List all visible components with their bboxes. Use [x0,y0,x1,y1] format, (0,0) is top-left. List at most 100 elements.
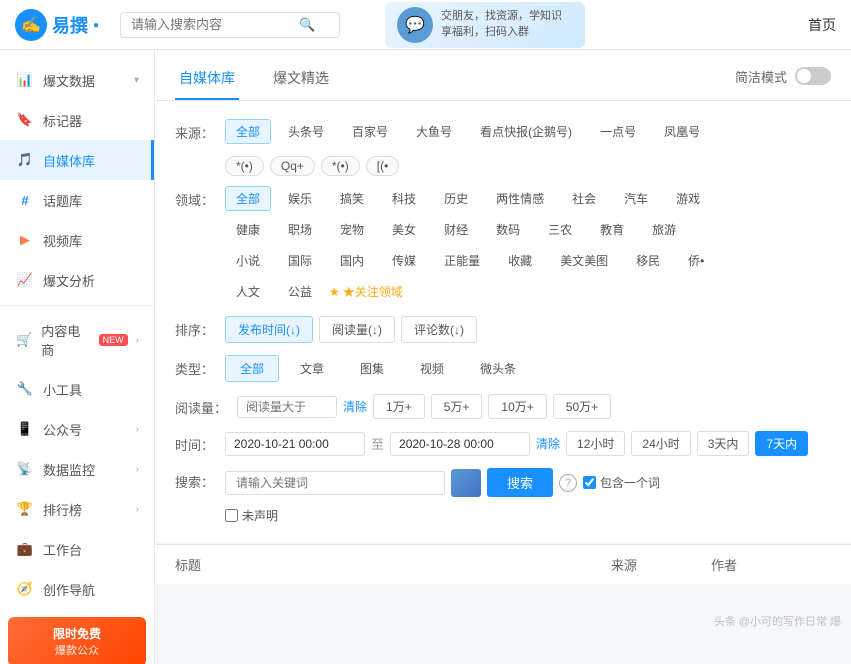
domain-btn-youxi[interactable]: 游戏 [665,186,711,211]
sidebar-label: 公众号 [43,420,82,439]
domain-btn-guonei[interactable]: 国内 [329,248,375,273]
read-count-input[interactable] [237,396,337,418]
no-claim-input[interactable] [225,509,238,522]
domain-btn-yule[interactable]: 娱乐 [277,186,323,211]
time-btn-3d[interactable]: 3天内 [697,431,750,456]
source-btn-dayu[interactable]: 大鱼号 [405,119,463,144]
domain-btn-qiche[interactable]: 汽车 [613,186,659,211]
sort-btn-read-count[interactable]: 阅读量(↓) [319,316,395,343]
domain-btn-shehui[interactable]: 社会 [561,186,607,211]
domain-label-spacer4 [175,290,215,294]
domain-btn-meiwen[interactable]: 美文美图 [549,248,619,273]
interest-area-link[interactable]: ★ ★关注领域 [329,283,403,300]
time-btn-7d[interactable]: 7天内 [755,431,808,456]
domain-btn-xiaoqu[interactable]: 小说 [225,248,271,273]
sort-btn-publish-time[interactable]: 发布时间(↓) [225,316,313,343]
domain-btn-all[interactable]: 全部 [225,186,271,211]
sidebar-item-pai-hang-bang[interactable]: 🏆 排行榜 › [0,489,154,529]
search-color-picker[interactable] [451,469,481,497]
chevron-right-icon: › [136,424,139,435]
source-btn-fenghuang[interactable]: 凤凰号 [653,119,711,144]
toggle-switch[interactable] [795,67,831,85]
sidebar-item-gong-zhong-hao[interactable]: 📱 公众号 › [0,409,154,449]
sidebar-item-hua-ti-ku[interactable]: # 话题库 [0,180,154,220]
tab-zi-mei-ti-ku[interactable]: 自媒体库 [175,62,239,100]
sidebar-item-chuang-zuo-dao-hang[interactable]: 🧭 创作导航 [0,569,154,609]
domain-btn-lvyou[interactable]: 旅游 [641,217,687,242]
toggle-dot [797,69,811,83]
source-tag-wb[interactable]: *(•) [321,156,360,176]
domain-btn-chongwu[interactable]: 宠物 [329,217,375,242]
domain-btn-chuanmei[interactable]: 传媒 [381,248,427,273]
type-btn-photo[interactable]: 图集 [345,355,399,382]
time-clear-btn[interactable]: 清除 [536,435,560,452]
type-btn-article[interactable]: 文章 [285,355,339,382]
read-btn-10w[interactable]: 10万+ [488,394,546,419]
domain-btn-jiankang[interactable]: 健康 [225,217,271,242]
sidebar-item-xiao-gong-ju[interactable]: 🔧 小工具 [0,369,154,409]
include-one-word-checkbox[interactable]: 包含一个词 [583,474,660,491]
nav-home[interactable]: 首页 [808,17,836,33]
search-button[interactable]: 搜索 [487,468,553,497]
time-from-input[interactable] [225,432,365,456]
domain-btn-lishi[interactable]: 历史 [433,186,479,211]
type-btn-all[interactable]: 全部 [225,355,279,382]
time-btn-24h[interactable]: 24小时 [631,431,690,456]
domain-btn-gongyi[interactable]: 公益 [277,279,323,304]
domain-btn-shuma[interactable]: 数码 [485,217,531,242]
domain-btn-renwen[interactable]: 人文 [225,279,271,304]
source-btn-kandian[interactable]: 看点快报(企鹅号) [469,119,583,144]
source-tag-bi[interactable]: [(• [366,156,400,176]
sidebar-item-shi-pin-ku[interactable]: ▶ 视频库 [0,220,154,260]
domain-btn-gaoxiao[interactable]: 搞笑 [329,186,375,211]
domain-btn-meinv[interactable]: 美女 [381,217,427,242]
domain-btn-yimin[interactable]: 移民 [625,248,671,273]
domain-btn-zhengneng[interactable]: 正能量 [433,248,491,273]
domain-btn-sannong[interactable]: 三农 [537,217,583,242]
source-tag-qq[interactable]: Qq+ [270,156,315,176]
help-icon[interactable]: ? [559,474,577,492]
domain-btn-other[interactable]: 侨• [677,248,715,273]
domain-btn-shoucang[interactable]: 收藏 [497,248,543,273]
sidebar-label: 爆文分析 [43,271,95,290]
simple-mode-toggle[interactable]: 简洁模式 [735,67,831,96]
domain-btn-liangsex[interactable]: 两性情感 [485,186,555,211]
header-search-icon[interactable]: 🔍 [299,17,315,33]
tab-bao-wen-jing-xuan[interactable]: 爆文精选 [269,62,333,100]
sort-btn-comment-count[interactable]: 评论数(↓) [401,316,477,343]
promo-banner[interactable]: 限时免费 爆款公众 [8,617,146,664]
domain-btn-keji[interactable]: 科技 [381,186,427,211]
sidebar-item-zi-mei-ti-ku[interactable]: 🎵 自媒体库 [0,140,154,180]
source-btn-all[interactable]: 全部 [225,119,271,144]
sidebar-item-nei-rong-dianshang[interactable]: 🛒 内容电商 NEW › [0,311,154,369]
time-to-input[interactable] [390,432,530,456]
source-btn-toutiao[interactable]: 头条号 [277,119,335,144]
sidebar-item-shu-ju-jian-kong[interactable]: 📡 数据监控 › [0,449,154,489]
type-btn-video[interactable]: 视频 [405,355,459,382]
domain-btn-jiaoyu[interactable]: 教育 [589,217,635,242]
domain-btn-guoji[interactable]: 国际 [277,248,323,273]
search-bar: 🔍 [120,12,340,38]
domain-btn-caijing[interactable]: 财经 [433,217,479,242]
tabs-bar: 自媒体库 爆文精选 简洁模式 [155,50,851,101]
type-btn-weidoutiao[interactable]: 微头条 [465,355,531,382]
read-clear-btn[interactable]: 清除 [343,398,367,415]
read-options: 清除 1万+ 5万+ 10万+ 50万+ [237,394,831,419]
read-btn-50w[interactable]: 50万+ [553,394,611,419]
include-one-word-input[interactable] [583,476,596,489]
keyword-input[interactable] [225,471,445,495]
source-btn-baijia[interactable]: 百家号 [341,119,399,144]
sidebar-item-gong-zuo-tai[interactable]: 💼 工作台 [0,529,154,569]
time-btn-12h[interactable]: 12小时 [566,431,625,456]
read-btn-5w[interactable]: 5万+ [431,394,483,419]
source-btn-yidian[interactable]: 一点号 [589,119,647,144]
no-claim-checkbox[interactable]: 未声明 [225,507,278,524]
domain-btn-zhichang[interactable]: 职场 [277,217,323,242]
sidebar-item-bao-wen-fenxi[interactable]: 📈 爆文分析 [0,260,154,300]
read-btn-1w[interactable]: 1万+ [373,394,425,419]
sidebar-item-bao-wen-shuju[interactable]: 📊 爆文数据 ▾ [0,60,154,100]
source-tag-wx[interactable]: *(•) [225,156,264,176]
type-label: 类型： [175,355,215,378]
sidebar-item-biao-ji-qi[interactable]: 🔖 标记器 [0,100,154,140]
header-search-input[interactable] [131,17,291,32]
